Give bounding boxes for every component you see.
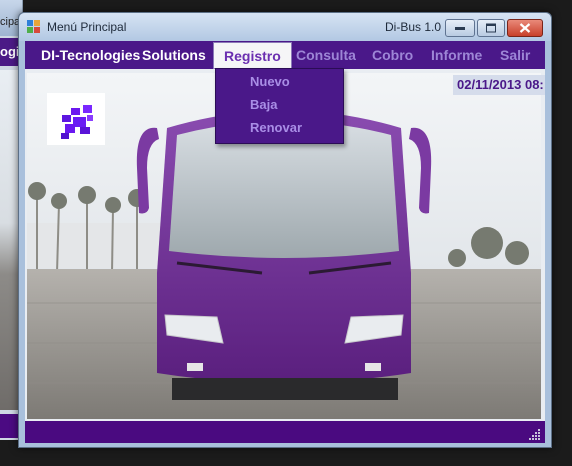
title-bar[interactable]: Menú Principal Di-Bus 1.0 [19, 13, 551, 41]
resize-grip-icon[interactable] [529, 428, 541, 440]
menu-item-solutions[interactable]: Solutions [142, 41, 206, 69]
datetime-display: 02/11/2013 08: [453, 75, 545, 95]
menu-item-cobro[interactable]: Cobro [372, 41, 413, 69]
menu-item-informe[interactable]: Informe [431, 41, 482, 69]
dropdown-item-renovar[interactable]: Renovar [250, 120, 302, 135]
maximize-button[interactable] [477, 19, 505, 37]
logo-icon [61, 105, 93, 139]
dropdown-item-baja[interactable]: Baja [250, 97, 277, 112]
menu-item-consulta[interactable]: Consulta [296, 41, 356, 69]
minimize-icon [455, 27, 465, 30]
app-version-label: Di-Bus 1.0 [385, 20, 442, 34]
company-logo [47, 93, 105, 145]
menu-item-salir[interactable]: Salir [500, 41, 530, 69]
status-bar [25, 421, 545, 443]
registro-dropdown-menu: Nuevo Baja Renovar [215, 68, 344, 144]
minimize-button[interactable] [445, 19, 475, 37]
close-button[interactable] [507, 19, 543, 37]
window-title: Menú Principal [47, 20, 127, 34]
main-window: Menú Principal Di-Bus 1.0 DI-Tecnologies… [18, 12, 552, 448]
dropdown-item-nuevo[interactable]: Nuevo [250, 74, 290, 89]
close-icon [519, 23, 531, 33]
menu-item-registro[interactable]: Registro [213, 42, 292, 69]
menu-bar: DI-Tecnologies Solutions Registro Consul… [25, 41, 545, 69]
window-frame: DI-Tecnologies Solutions Registro Consul… [25, 41, 545, 443]
menu-brand: DI-Tecnologies [41, 47, 141, 63]
app-icon [27, 20, 40, 33]
maximize-icon [486, 23, 496, 33]
